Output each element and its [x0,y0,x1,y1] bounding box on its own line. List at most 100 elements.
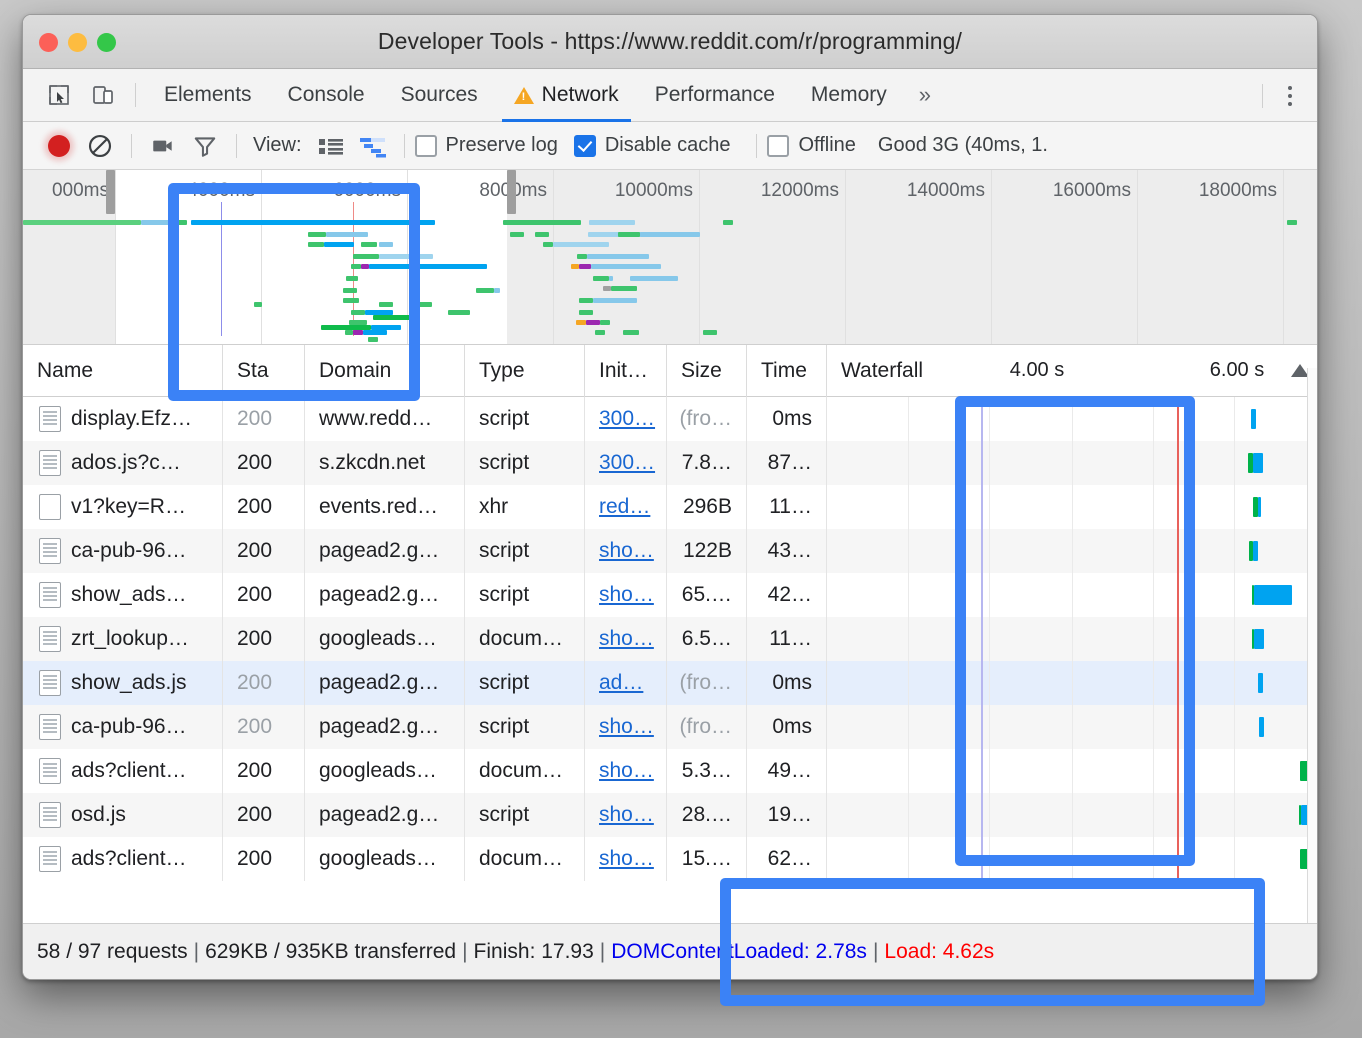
cell-initiator[interactable]: sho… [585,529,667,573]
kebab-menu-icon[interactable] [1273,76,1307,116]
cell-initiator[interactable]: sho… [585,617,667,661]
table-row[interactable]: zrt_lookup… 200 googleads… docum… sho… 6.5… 11… [23,617,1317,661]
initiator-value[interactable]: sho… [599,539,654,563]
initiator-value[interactable]: sho… [599,627,654,651]
network-overview-timeline[interactable]: 000ms4000ms6000ms8000ms10000ms12000ms140… [23,170,1317,345]
waterfall-gridline [1072,661,1073,705]
column-header-type[interactable]: Type [465,344,585,397]
minimize-window-button[interactable] [68,32,87,52]
table-row[interactable]: ads?client… 200 googleads… docum… sho… 15.… 62… [23,837,1317,881]
cell-name[interactable]: zrt_lookup… [23,617,223,661]
cell-initiator[interactable]: sho… [585,837,667,881]
column-header-name[interactable]: Name [23,344,223,397]
waterfall-gridline [907,837,909,881]
cell-initiator[interactable]: 300… [585,441,667,485]
record-button[interactable] [39,126,79,166]
table-row[interactable]: display.Efz… 200 www.redd… script 300… (fro… 0… [23,397,1317,441]
cell-initiator[interactable]: sho… [585,573,667,617]
filter-funnel-icon[interactable] [184,126,226,166]
cell-status: 200 [223,485,305,529]
preserve-log-checkbox[interactable] [414,134,437,157]
size-value: 28.… [681,803,732,826]
offline-label[interactable]: Offline [798,134,855,157]
cell-name[interactable]: ads?client… [23,837,223,881]
initiator-value[interactable]: sho… [599,803,654,827]
tab-console[interactable]: Console [270,69,383,122]
waterfall-bar-waiting [1253,497,1258,517]
tab-elements[interactable]: Elements [146,69,270,122]
table-vertical-scrollbar[interactable] [1307,368,1317,923]
inspect-element-icon[interactable] [37,73,81,117]
initiator-value[interactable]: sho… [599,847,654,871]
cell-initiator[interactable]: sho… [585,793,667,837]
throttling-select[interactable]: Good 3G (40ms, 1. [878,134,1048,157]
column-header-domain[interactable]: Domain [305,344,465,397]
zoom-window-button[interactable] [97,32,116,52]
column-header-waterfall[interactable]: Waterfall 4.00 s 6.00 s [827,345,1317,397]
camera-icon[interactable] [142,126,184,166]
cell-initiator[interactable]: 300… [585,397,667,441]
cell-name[interactable]: ca-pub-96… [23,529,223,573]
cell-initiator[interactable]: red… [585,485,667,529]
table-row[interactable]: ca-pub-96… 200 pagead2.g… script sho… 122B 43… [23,529,1317,573]
column-header-initiator[interactable]: Init… [585,344,667,397]
overview-right-handle[interactable] [507,170,516,214]
window-titlebar: Developer Tools - https://www.reddit.com… [23,15,1317,69]
tab-sources[interactable]: Sources [383,69,496,122]
table-row[interactable]: ados.js?c… 200 s.zkcdn.net script 300… 7.8… 87… [23,441,1317,485]
cell-name[interactable]: ados.js?c… [23,441,223,485]
table-row[interactable]: show_ads… 200 pagead2.g… script sho… 65.… 42… [23,573,1317,617]
column-header-status[interactable]: Sta [223,344,305,397]
cell-name[interactable]: show_ads.js [23,661,223,705]
more-tabs-chevron-icon[interactable]: » [905,82,945,108]
table-row[interactable]: show_ads.js 200 pagead2.g… script ad… (fro… 0m… [23,661,1317,705]
waterfall-gridline [1233,485,1235,529]
overview-request-bar [587,254,649,259]
initiator-value[interactable]: red… [599,495,650,519]
initiator-value[interactable]: 300… [599,451,655,475]
initiator-value[interactable]: sho… [599,715,654,739]
waterfall-gridline [988,793,990,837]
list-view-icon[interactable] [310,126,352,166]
cell-time: 49… [747,749,827,793]
tab-memory-label: Memory [810,83,887,106]
preserve-log-label[interactable]: Preserve log [446,134,558,157]
column-header-time[interactable]: Time [747,344,827,397]
cell-name[interactable]: display.Efz… [23,397,223,441]
tab-network[interactable]: Network [496,69,637,122]
tab-performance[interactable]: Performance [637,69,793,122]
table-row[interactable]: ca-pub-96… 200 pagead2.g… script sho… (fro… 0m… [23,705,1317,749]
domain-value: s.zkcdn.net [319,451,426,474]
overview-left-handle[interactable] [106,170,115,214]
table-row[interactable]: ads?client… 200 googleads… docum… sho… 5.3… 49… [23,749,1317,793]
cell-name[interactable]: v1?key=R… [23,485,223,529]
overview-gridline [845,170,846,344]
offline-checkbox[interactable] [767,134,790,157]
waterfall-view-icon[interactable] [352,126,394,166]
waterfall-gridline [1233,837,1235,881]
toggle-device-toolbar-icon[interactable] [81,73,125,117]
cell-initiator[interactable]: sho… [585,705,667,749]
cell-name[interactable]: ads?client… [23,749,223,793]
initiator-value[interactable]: sho… [599,759,654,783]
cell-name[interactable]: show_ads… [23,573,223,617]
disable-cache-checkbox[interactable] [573,134,596,157]
column-header-size[interactable]: Size [667,344,747,397]
cell-waterfall [827,441,1317,485]
tab-memory[interactable]: Memory [793,69,905,122]
disable-cache-label[interactable]: Disable cache [605,134,731,157]
close-window-button[interactable] [39,32,58,52]
cell-name[interactable]: ca-pub-96… [23,705,223,749]
overview-request-bar [494,288,500,293]
cell-name[interactable]: osd.js [23,793,223,837]
initiator-value[interactable]: sho… [599,583,654,607]
clear-icon[interactable] [79,126,121,166]
cell-initiator[interactable]: sho… [585,749,667,793]
table-row[interactable]: osd.js 200 pagead2.g… script sho… 28.… 19… [23,793,1317,837]
cell-domain: events.red… [305,485,465,529]
initiator-value[interactable]: ad… [599,671,643,695]
cell-initiator[interactable]: ad… [585,661,667,705]
initiator-value[interactable]: 300… [599,407,655,431]
waterfall-dcl-marker [981,705,984,749]
table-row[interactable]: v1?key=R… 200 events.red… xhr red… 296B 11… [23,485,1317,529]
